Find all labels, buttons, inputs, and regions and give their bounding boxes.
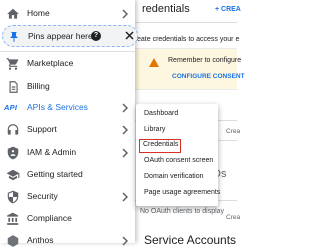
submenu-item-page-usage[interactable]: Page usage agreements [138, 187, 220, 201]
nav-item-home[interactable]: Home [0, 3, 135, 25]
submenu-item-label: Library [144, 126, 166, 133]
submenu-item-library[interactable]: Library [138, 124, 216, 138]
chevron-right-icon [121, 9, 129, 19]
shield-icon [6, 146, 20, 160]
nav-item-label: IAM & Admin [27, 147, 77, 157]
chevron-right-icon [121, 125, 129, 135]
nav-item-marketplace[interactable]: Marketplace [0, 53, 135, 75]
close-icon[interactable] [124, 30, 135, 41]
cart-icon [6, 57, 20, 71]
nav-item-iam-admin[interactable]: IAM & Admin [0, 142, 135, 164]
billing-icon [6, 80, 20, 94]
nav-item-getting-started[interactable]: Getting started [0, 164, 135, 186]
nav-item-label: Security [27, 191, 58, 201]
page-title: redentials [142, 3, 190, 15]
nav-item-label: Support [27, 124, 57, 134]
nav-item-label: Home [27, 8, 50, 18]
submenu-item-label: Dashboard [144, 110, 179, 117]
nav-item-label: Compliance [27, 213, 72, 223]
submenu-item-dashboard[interactable]: Dashboard [138, 108, 216, 122]
submenu-item-credentials[interactable]: Credentials [139, 139, 181, 153]
nav-item-label: Getting started [27, 169, 83, 179]
submenu-item-label: Page usage agreements [144, 189, 221, 196]
nav-item-billing[interactable]: Billing [0, 76, 135, 98]
column-header: Crea [226, 128, 241, 135]
apis-services-submenu: Dashboard Library Credentials OAuth cons… [136, 104, 220, 206]
submenu-item-label: Credentials [143, 141, 179, 148]
chevron-right-icon [121, 192, 129, 202]
home-icon [6, 7, 20, 21]
chevron-right-icon [121, 148, 129, 158]
nav-item-label: Billing [27, 81, 50, 91]
pin-icon [8, 30, 20, 42]
nav-item-apis-services[interactable]: API APIs & Services [0, 97, 135, 119]
chevron-right-icon [121, 236, 129, 246]
service-accounts-title: Service Accounts [144, 233, 237, 247]
column-header: Crea [226, 214, 241, 221]
page-description: eate credentials to access your e [137, 36, 240, 43]
chevron-right-icon [121, 103, 129, 113]
divider [0, 51, 135, 52]
pins-banner-label: Pins appear here [28, 31, 93, 41]
security-icon [6, 190, 20, 204]
navigation-drawer: Home Pins appear here ? Marketplace Bill… [0, 0, 138, 247]
create-credentials-button[interactable]: + CREA [215, 6, 241, 13]
consent-warning-banner [135, 48, 237, 90]
nav-item-security[interactable]: Security [0, 186, 135, 208]
submenu-item-label: Domain verification [144, 173, 204, 180]
submenu-item-oauth-consent[interactable]: OAuth consent screen [138, 155, 216, 169]
submenu-item-domain-verification[interactable]: Domain verification [138, 171, 216, 185]
warning-icon [149, 58, 159, 67]
nav-item-anthos[interactable]: Anthos [0, 230, 135, 252]
api-icon: API [4, 103, 18, 112]
school-icon [6, 168, 20, 182]
help-icon[interactable]: ? [91, 31, 101, 41]
compliance-icon [6, 212, 20, 226]
nav-item-label: Marketplace [27, 58, 74, 68]
nav-item-support[interactable]: Support [0, 119, 135, 141]
pins-banner: Pins appear here ? [2, 25, 138, 47]
anthos-icon [6, 234, 20, 248]
empty-state-text: No OAuth clients to display [140, 208, 225, 215]
configure-consent-button[interactable]: CONFIGURE CONSENT [172, 73, 245, 80]
support-icon [6, 123, 20, 137]
nav-item-label: Anthos [27, 235, 54, 245]
nav-item-compliance[interactable]: Compliance [0, 208, 135, 230]
nav-item-label: APIs & Services [27, 102, 88, 112]
submenu-item-label: OAuth consent screen [144, 157, 214, 164]
warning-text: Remember to configure [168, 57, 242, 64]
